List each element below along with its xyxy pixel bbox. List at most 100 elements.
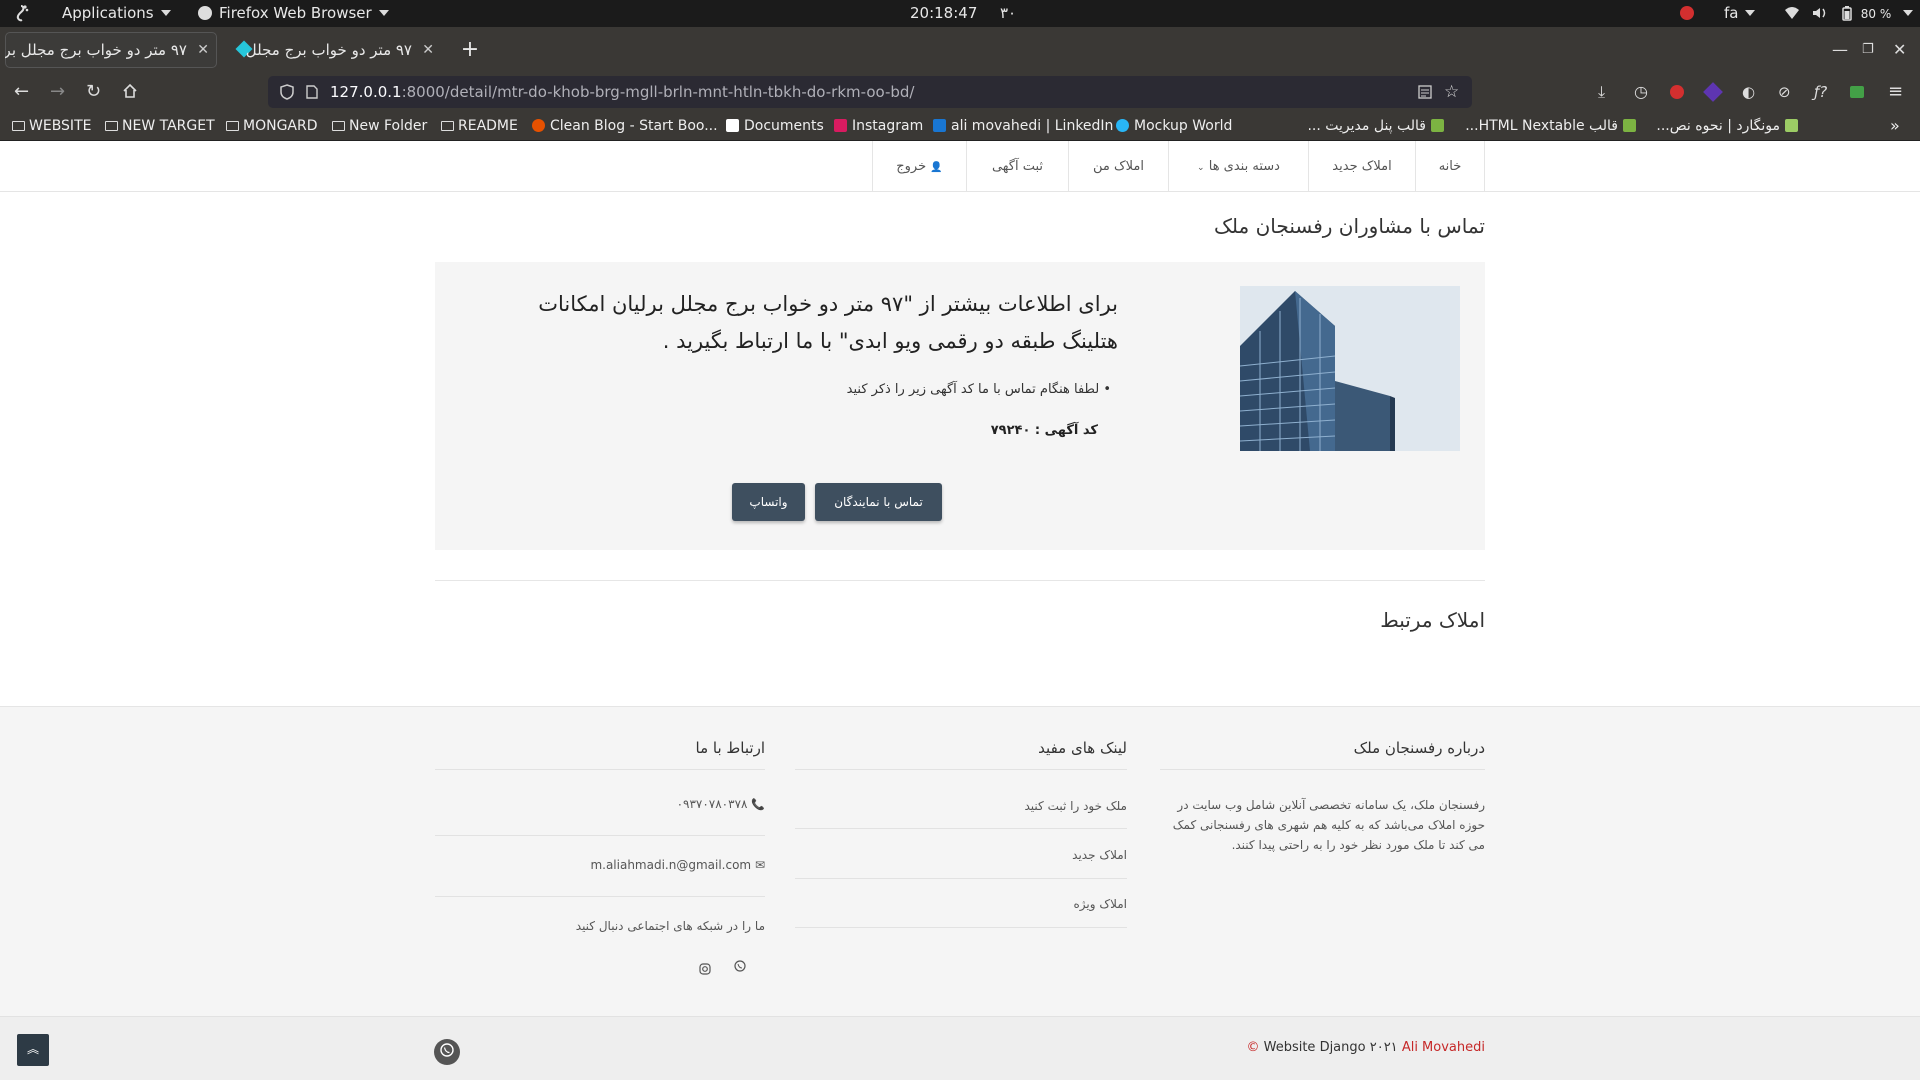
bullet-icon: •	[1099, 382, 1111, 397]
divider	[1160, 769, 1485, 770]
chevron-down-icon	[160, 10, 171, 16]
extension-4-icon[interactable]: ⊘	[1778, 73, 1791, 111]
tab-inactive[interactable]: ۹۷ متر دو خواب برج مجلل ✕	[228, 32, 442, 68]
footer-links-title: لینک های مفید	[1038, 739, 1127, 757]
url-bar[interactable]: 127.0.0.1:8000/detail/mtr-do-khob-brg-mg…	[268, 76, 1472, 108]
nav-categories[interactable]: دسته بندی ها ⌄	[1168, 141, 1308, 192]
chevron-down-icon	[378, 10, 389, 16]
footer-social-text: ما را در شبکه های اجتماعی دنبال کنید	[575, 919, 765, 933]
home-icon[interactable]	[122, 73, 138, 111]
bookmark-admin-template[interactable]: قالب پنل مدیریت ...	[1248, 111, 1444, 141]
bookmark-folder-new-folder[interactable]: New Folder	[332, 111, 427, 141]
applications-label: Applications	[62, 4, 154, 22]
phone-icon: 📞	[751, 798, 765, 811]
contact-note: • لطفا هنگام تماس با ما کد آگهی زیر را ذ…	[847, 382, 1111, 397]
folder-icon	[105, 121, 118, 131]
firefox-icon	[198, 6, 212, 20]
back-arrow-icon[interactable]: ←	[14, 73, 29, 111]
envelope-icon: ✉	[754, 858, 765, 872]
related-heading: املاک مرتبط	[1380, 608, 1485, 632]
date: ۳۰	[1000, 4, 1017, 22]
minimize-icon[interactable]: —	[1832, 27, 1848, 73]
window-close-icon[interactable]: ✕	[1893, 27, 1906, 73]
bookmark-folder-mongard[interactable]: MONGARD	[226, 111, 318, 141]
extension-3-icon[interactable]: ◐	[1742, 73, 1755, 111]
close-icon[interactable]: ✕	[422, 32, 434, 68]
hamburger-menu-icon[interactable]: ≡	[1888, 73, 1903, 111]
nav-logout-label: خروج	[896, 159, 927, 174]
copyright-prefix: Website Django ۲۰۲۱	[1263, 1040, 1398, 1055]
footer-link-new[interactable]: املاک جدید	[1072, 848, 1127, 862]
navigation-toolbar: ← → ↻ 127.0.0.1:8000/detail/mtr-do-khob-…	[0, 73, 1920, 111]
extension-5-icon[interactable]: ƒ?	[1814, 73, 1827, 111]
folder-icon	[441, 121, 454, 131]
bookmarks-toolbar: WEBSITE NEW TARGET MONGARD New Folder RE…	[0, 111, 1920, 141]
keyboard-layout[interactable]: fa	[1724, 0, 1756, 27]
footer-email[interactable]: ✉ m.aliahmadi.n@gmail.com	[590, 858, 765, 872]
notification-icon[interactable]	[1680, 0, 1694, 27]
shield-icon[interactable]	[280, 76, 294, 108]
footer-link-register[interactable]: ملک خود را ثبت کنید	[1025, 799, 1128, 813]
wifi-icon[interactable]	[1784, 0, 1800, 27]
footer-about-title: درباره رفسنجان ملک	[1353, 739, 1485, 757]
volume-icon[interactable]	[1812, 0, 1828, 27]
footer-link-featured[interactable]: املاک ویژه	[1073, 897, 1127, 911]
scroll-to-top-button[interactable]: ︽	[17, 1034, 49, 1066]
page-info-icon[interactable]	[306, 76, 318, 108]
footer: درباره رفسنجان ملک رفسنجان ملک، یک سامان…	[0, 706, 1920, 1016]
bookmark-documents[interactable]: Documents	[726, 111, 824, 141]
bookmark-linkedin[interactable]: ali movahedi | LinkedIn	[933, 111, 1113, 141]
bookmark-folder-new-target[interactable]: NEW TARGET	[105, 111, 215, 141]
user-icon: 👤	[930, 162, 943, 173]
bookmark-mockup-world[interactable]: Mockup World	[1116, 111, 1232, 141]
nav-post-ad[interactable]: ثبت آگهی	[966, 141, 1068, 192]
gnome-foot-icon[interactable]	[12, 0, 30, 27]
rtl-theme-icon	[1623, 119, 1636, 132]
footer-about-text: رفسنجان ملک، یک سامانه تخصصی آنلاین شامل…	[1172, 798, 1485, 852]
reload-icon[interactable]: ↻	[86, 73, 101, 111]
applications-menu[interactable]: Applications	[62, 0, 171, 27]
forward-arrow-icon[interactable]: →	[50, 73, 65, 111]
whatsapp-float-button[interactable]	[434, 1039, 460, 1065]
bookmark-star-icon[interactable]: ☆	[1444, 76, 1459, 108]
bookmark-folder-website[interactable]: WEBSITE	[12, 111, 91, 141]
nav-home[interactable]: خانه	[1415, 141, 1485, 192]
nav-my-properties[interactable]: املاک من	[1068, 141, 1168, 192]
history-icon[interactable]: ◷	[1634, 73, 1648, 111]
downloads-icon[interactable]: ⤓	[1598, 73, 1605, 111]
bookmark-label: Clean Blog - Start Boo...	[550, 118, 718, 134]
double-chevron-up-icon: ︽	[26, 1042, 39, 1056]
battery-indicator[interactable]: 80 %	[1842, 0, 1914, 27]
whatsapp-button[interactable]: واتساپ	[732, 483, 805, 521]
bookmark-mongard-install[interactable]: مونگارد | نحوه نص...	[1636, 111, 1798, 141]
extension-2-icon[interactable]	[1703, 73, 1723, 111]
tab-title: ۹۷ متر دو خواب برج مجلل برل	[5, 41, 187, 59]
bookmark-nextable-template[interactable]: قالب HTML Nextable...	[1440, 111, 1636, 141]
copyright-text: Website Django ۲۰۲۱ Ali Movahedi ©	[1246, 1040, 1485, 1055]
extension-1-icon[interactable]	[1670, 73, 1684, 111]
keyboard-layout-label: fa	[1724, 4, 1739, 22]
bookmark-folder-readme[interactable]: README	[441, 111, 518, 141]
app-menu[interactable]: Firefox Web Browser	[198, 0, 389, 27]
folder-icon	[12, 121, 25, 131]
contact-agents-button[interactable]: تماس با نمایندگان	[815, 483, 942, 521]
restore-icon[interactable]: ❐	[1862, 27, 1874, 73]
close-icon[interactable]: ✕	[197, 32, 209, 68]
bookmark-label: NEW TARGET	[122, 118, 215, 134]
new-tab-button[interactable]: +	[455, 32, 485, 68]
clock[interactable]: 20:18:47	[910, 0, 977, 27]
instagram-social-icon[interactable]	[699, 960, 711, 979]
nav-new-properties[interactable]: املاک جدید	[1308, 141, 1415, 192]
footer-phone[interactable]: 📞 ۰۹۳۷۰۷۸۰۳۷۸	[677, 797, 765, 811]
bookmark-label: Instagram	[852, 118, 924, 134]
divider	[435, 769, 765, 770]
bookmark-instagram[interactable]: Instagram	[834, 111, 923, 141]
more-bookmarks-chevron-icon[interactable]: »	[1890, 111, 1900, 141]
bookmark-clean-blog[interactable]: Clean Blog - Start Boo...	[532, 111, 718, 141]
reader-view-icon[interactable]	[1418, 76, 1432, 108]
url-path: :8000/detail/mtr-do-khob-brg-mgll-brln-m…	[401, 83, 915, 101]
tab-active[interactable]: ۹۷ متر دو خواب برج مجلل برل ✕	[5, 32, 217, 68]
nav-logout[interactable]: 👤 خروج	[872, 141, 966, 192]
extension-6-icon[interactable]	[1850, 73, 1864, 111]
whatsapp-social-icon[interactable]	[734, 960, 746, 975]
